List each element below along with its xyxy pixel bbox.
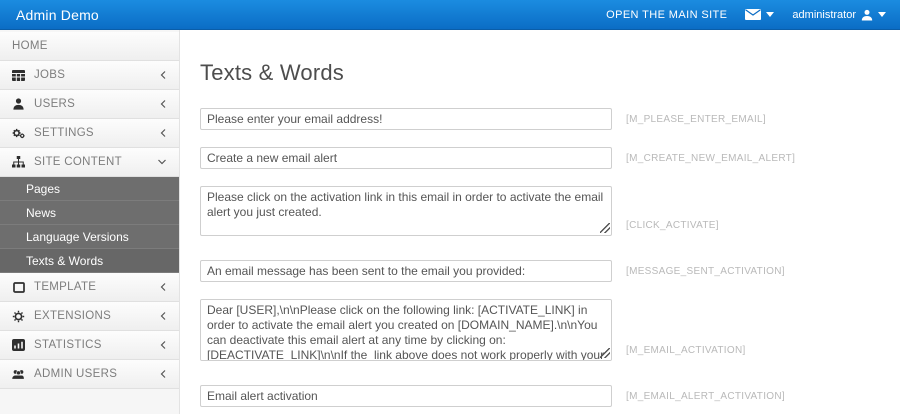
user-icon [12,98,25,111]
sidebar-item-users[interactable]: USERS [0,90,179,119]
sidebar-item-jobs[interactable]: JOBS [0,61,179,90]
submenu-item-label: Language Versions [26,229,129,244]
chevron-left-icon [159,99,167,109]
sidebar-item-admin-users[interactable]: ADMIN USERS [0,360,179,389]
textarea-wrapper [200,299,612,361]
envelope-icon [745,9,762,20]
text-field-please-enter-email[interactable] [200,108,612,130]
sidebar-item-site-content[interactable]: SITE CONTENT [0,148,179,177]
submenu-item-label: Pages [26,181,61,196]
chevron-left-icon [159,311,167,321]
table-icon [12,69,25,82]
language-key-label: [M_CREATE_NEW_EMAIL_ALERT] [626,153,796,164]
text-field-email-alert-activation[interactable] [200,385,612,407]
gears-icon [12,127,25,140]
sidebar-item-label: USERS [34,98,76,110]
chevron-left-icon [159,369,167,379]
page-title: Texts & Words [200,60,345,85]
user-icon [861,9,873,21]
chevron-left-icon [159,70,167,80]
textarea-email-activation[interactable] [200,299,612,361]
textarea-click-activate[interactable] [200,186,612,236]
chevron-down-icon [766,12,775,17]
sidebar-item-language-versions[interactable]: Language Versions [0,225,179,249]
language-key-label: [M_EMAIL_ACTIVATION] [626,345,746,356]
sidebar-nav: HOME JOBS USERS SETTINGS SITE CONTENT Pa… [0,30,180,414]
chevron-left-icon [159,340,167,350]
sidebar-item-template[interactable]: TEMPLATE [0,273,179,302]
submenu-item-label: News [26,205,57,220]
open-main-site-link[interactable]: OPEN THE MAIN SITE [606,9,727,21]
form-row: [CLICK_ACTIVATE] [200,186,900,236]
sidebar-item-label: TEMPLATE [34,281,97,293]
form-row: [M_EMAIL_ALERT_ACTIVATION] [200,385,900,407]
app-title: Admin Demo [16,6,99,23]
sidebar-item-label: SITE CONTENT [34,156,122,168]
submenu-item-label: Texts & Words [26,253,104,268]
form-row: [M_PLEASE_ENTER_EMAIL] [200,108,900,130]
sidebar-item-label: EXTENSIONS [34,310,112,322]
sidebar-item-label: STATISTICS [34,339,102,351]
chevron-down-icon [157,158,167,166]
sidebar-item-statistics[interactable]: STATISTICS [0,331,179,360]
header-actions: OPEN THE MAIN SITE administrator [606,9,886,21]
sidebar-item-label: JOBS [34,69,66,81]
top-header-bar: Admin Demo OPEN THE MAIN SITE administra… [0,0,900,30]
text-field-message-sent[interactable] [200,260,612,282]
chevron-left-icon [159,282,167,292]
sidebar-item-texts-words[interactable]: Texts & Words [0,249,179,273]
extensions-icon [12,310,25,323]
sidebar-item-home[interactable]: HOME [0,32,179,61]
textarea-wrapper [200,186,612,236]
sidebar-item-extensions[interactable]: EXTENSIONS [0,302,179,331]
site-content-submenu: Pages News Language Versions Texts & Wor… [0,177,179,273]
sidebar-item-news[interactable]: News [0,201,179,225]
form-row: [M_EMAIL_ACTIVATION] [200,299,900,361]
messages-dropdown[interactable] [745,9,775,20]
admin-users-icon [12,368,25,381]
sitemap-icon [12,156,25,169]
language-key-label: [M_EMAIL_ALERT_ACTIVATION] [626,391,785,402]
sidebar-item-label: HOME [12,40,48,52]
chevron-down-icon [878,12,886,17]
form-row: [M_CREATE_NEW_EMAIL_ALERT] [200,147,900,169]
sidebar-item-label: ADMIN USERS [34,368,118,380]
text-field-create-email-alert[interactable] [200,147,612,169]
user-dropdown[interactable]: administrator [792,9,886,21]
username-label: administrator [792,8,856,21]
main-content: Texts & Words [M_PLEASE_ENTER_EMAIL] [M_… [180,30,900,414]
chevron-left-icon [159,128,167,138]
sidebar-item-settings[interactable]: SETTINGS [0,119,179,148]
template-icon [12,281,25,294]
language-key-label: [MESSAGE_SENT_ACTIVATION] [626,266,785,277]
form-row: [MESSAGE_SENT_ACTIVATION] [200,260,900,282]
language-key-label: [M_PLEASE_ENTER_EMAIL] [626,114,766,125]
sidebar-item-pages[interactable]: Pages [0,177,179,201]
language-key-label: [CLICK_ACTIVATE] [626,220,719,231]
statistics-icon [12,339,25,352]
sidebar-item-label: SETTINGS [34,127,94,139]
